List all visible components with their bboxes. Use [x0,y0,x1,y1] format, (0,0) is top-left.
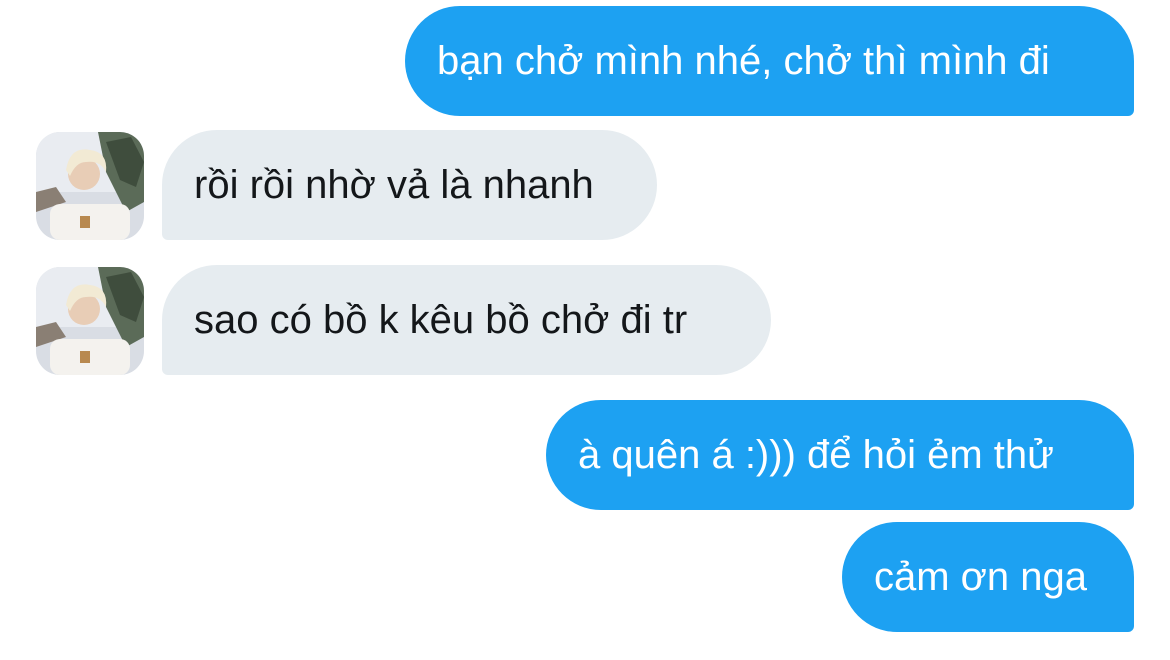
contact-avatar[interactable] [36,267,144,375]
outgoing-message-bubble[interactable]: cảm ơn nga [842,522,1134,632]
avatar-image [36,132,144,240]
contact-avatar[interactable] [36,132,144,240]
outgoing-message-bubble[interactable]: à quên á :))) để hỏi ẻm thử [546,400,1134,510]
incoming-message-bubble[interactable]: rồi rồi nhờ vả là nhanh [162,130,657,240]
incoming-message-bubble[interactable]: sao có bồ k kêu bồ chở đi tr [162,265,771,375]
message-thread: bạn chở mình nhé, chở thì mình đi rồi rồ… [0,0,1170,660]
avatar-image [36,267,144,375]
outgoing-message-bubble[interactable]: bạn chở mình nhé, chở thì mình đi [405,6,1134,116]
